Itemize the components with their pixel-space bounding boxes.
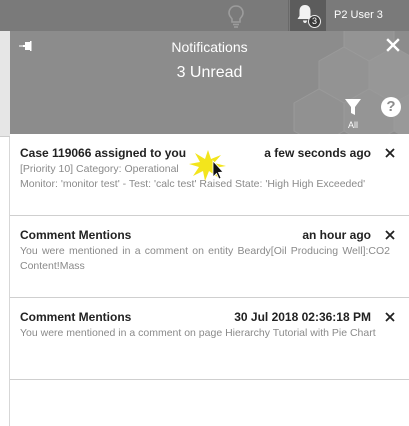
dismiss-icon[interactable]	[384, 311, 396, 323]
help-icon[interactable]: ?	[381, 97, 401, 117]
notification-title: Case 119066 assigned to you	[20, 146, 187, 160]
unread-summary: 3 Unread	[176, 64, 243, 81]
panel-title: Notifications	[171, 39, 248, 55]
notification-item[interactable]: Comment Mentions an hour ago You were me…	[10, 216, 409, 298]
dismiss-icon[interactable]	[384, 147, 396, 159]
notification-detail-line: Monitor: 'monitor test' - Test: 'calc te…	[20, 178, 366, 190]
filter-icon[interactable]	[343, 97, 363, 117]
notification-title: Comment Mentions	[20, 310, 132, 324]
notification-time: 30 Jul 2018 02:36:18 PM	[234, 310, 371, 324]
notification-body: You were mentioned in a comment on entit…	[20, 245, 390, 272]
notification-body: You were mentioned in a comment on page …	[20, 327, 376, 339]
notification-time: a few seconds ago	[264, 146, 371, 160]
close-icon[interactable]	[385, 37, 401, 53]
notification-detail-line: [Priority 10] Category: Operational	[20, 163, 179, 175]
filter-label[interactable]: All	[343, 120, 363, 130]
topbar-divider	[288, 0, 289, 31]
notification-time: an hour ago	[302, 228, 371, 242]
notification-item[interactable]: Case 119066 assigned to you a few second…	[10, 134, 409, 216]
notifications-button[interactable]: 3	[290, 0, 326, 31]
background-page-edge	[0, 31, 10, 426]
notification-item[interactable]: Comment Mentions 30 Jul 2018 02:36:18 PM…	[10, 298, 409, 380]
dismiss-icon[interactable]	[384, 229, 396, 241]
user-menu[interactable]: P2 User 3	[334, 9, 383, 21]
notification-body: [Priority 10] Category: Operational Moni…	[20, 162, 390, 192]
background-header-edge	[0, 31, 10, 137]
notification-count-badge: 3	[308, 15, 321, 28]
panel-header: Notifications 3 Unread All ?	[10, 31, 409, 134]
top-bar: 3 P2 User 3	[0, 0, 409, 31]
notification-title: Comment Mentions	[20, 228, 132, 242]
notifications-panel: Notifications 3 Unread All ? Case 119066…	[10, 31, 409, 426]
lightbulb-icon[interactable]	[226, 4, 246, 28]
